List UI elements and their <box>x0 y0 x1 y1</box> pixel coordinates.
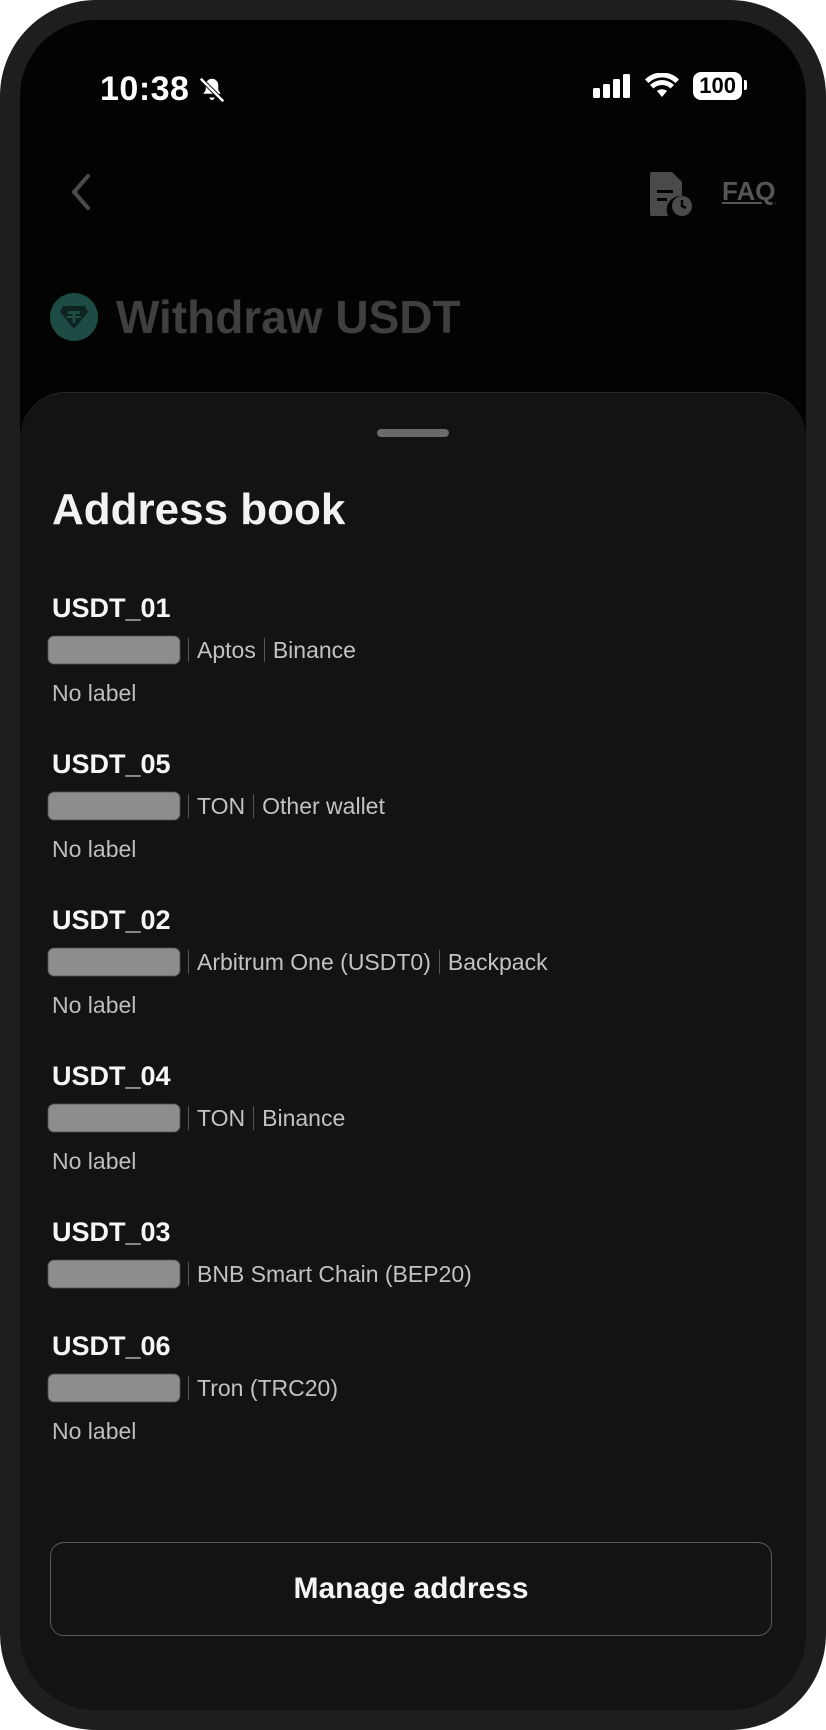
divider <box>253 794 255 818</box>
entry-name: USDT_06 <box>52 1331 171 1361</box>
entry-label: No label <box>52 1148 137 1174</box>
screen: 10:38 100 FAQ Withdraw USDT Address book… <box>20 20 806 1710</box>
sheet-drag-handle[interactable] <box>377 429 449 437</box>
entry-label: No label <box>52 680 137 706</box>
page-header: Withdraw USDT <box>50 290 461 344</box>
entry-name: USDT_05 <box>52 749 171 779</box>
sheet-title: Address book <box>52 485 346 534</box>
manage-address-button[interactable]: Manage address <box>50 1542 772 1636</box>
address-redacted <box>48 1260 180 1288</box>
bell-slash-icon <box>199 76 226 103</box>
divider <box>188 1106 189 1130</box>
address-redacted <box>48 948 180 976</box>
address-redacted <box>48 1104 180 1132</box>
status-bar-right: 100 <box>593 72 747 100</box>
status-time-text: 10:38 <box>100 70 190 108</box>
entry-meta: TON Other wallet <box>48 792 385 820</box>
entry-meta: TON Binance <box>48 1104 345 1132</box>
address-redacted <box>48 636 180 664</box>
address-redacted <box>48 792 180 820</box>
status-bar-time: 10:38 <box>100 70 227 109</box>
entry-wallet: Other wallet <box>262 792 385 819</box>
entry-network: TON <box>197 1104 246 1131</box>
entry-name: USDT_01 <box>52 593 171 623</box>
phone-frame: 10:38 100 FAQ Withdraw USDT Address book… <box>0 0 826 1730</box>
entry-meta: BNB Smart Chain (BEP20) <box>48 1260 472 1288</box>
divider <box>188 794 189 818</box>
faq-link[interactable]: FAQ <box>722 176 775 207</box>
chevron-left-icon[interactable] <box>60 170 100 214</box>
battery-icon: 100 <box>693 72 747 100</box>
entry-meta: Tron (TRC20) <box>48 1374 338 1402</box>
divider <box>253 1106 255 1130</box>
entry-label: No label <box>52 1418 137 1444</box>
address-redacted <box>48 1374 180 1402</box>
entry-name: USDT_04 <box>52 1061 171 1091</box>
entry-meta: Arbitrum One (USDT0) Backpack <box>48 948 548 976</box>
page-title: Withdraw USDT <box>116 291 461 343</box>
entry-wallet: Binance <box>272 636 356 663</box>
entry-network: Tron (TRC20) <box>197 1374 338 1401</box>
document-history-icon[interactable] <box>648 170 694 218</box>
usdt-logo-icon <box>50 293 98 341</box>
entry-wallet: Binance <box>262 1104 346 1131</box>
wifi-icon <box>645 73 680 97</box>
divider <box>263 638 265 662</box>
entry-network: BNB Smart Chain (BEP20) <box>197 1260 472 1287</box>
cellular-signal-icon <box>593 74 631 98</box>
divider <box>188 950 189 974</box>
entry-name: USDT_03 <box>52 1217 171 1247</box>
entry-meta: Aptos Binance <box>48 636 356 664</box>
entry-label: No label <box>52 992 137 1018</box>
entry-network: TON <box>197 792 246 819</box>
divider <box>188 638 189 662</box>
address-book-sheet: Address book USDT_01 Aptos Binance No la… <box>20 392 806 1710</box>
divider <box>438 950 440 974</box>
entry-wallet: Backpack <box>447 948 548 975</box>
entry-name: USDT_02 <box>52 905 171 935</box>
entry-network: Aptos <box>197 636 256 663</box>
entry-label: No label <box>52 836 137 862</box>
divider <box>188 1376 189 1400</box>
divider <box>188 1262 189 1286</box>
entry-network: Arbitrum One (USDT0) <box>197 948 431 975</box>
